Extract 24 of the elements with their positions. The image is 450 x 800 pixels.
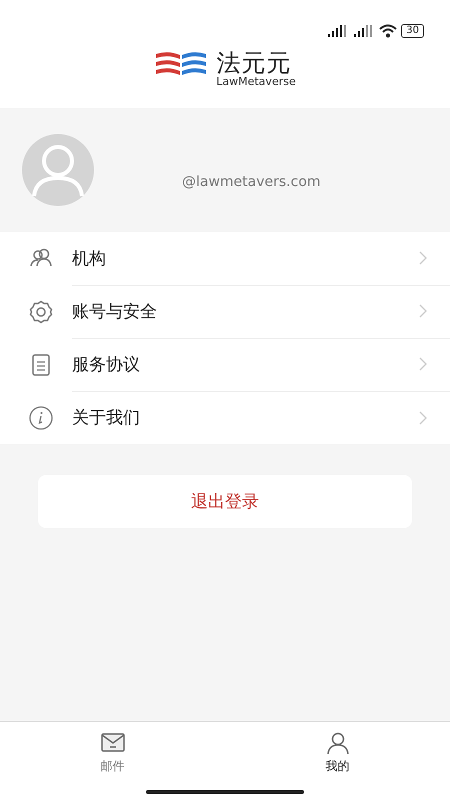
menu-label: 服务协议 xyxy=(72,354,140,376)
logo-subtitle: LawMetaverse xyxy=(216,76,296,88)
menu-label: 机构 xyxy=(72,248,106,270)
chevron-icon xyxy=(418,250,428,266)
person-icon xyxy=(324,730,350,756)
menu-label: 关于我们 xyxy=(72,407,140,429)
tab[interactable]: 我的 xyxy=(225,722,450,800)
logout-button[interactable]: 退出登录 xyxy=(38,475,412,528)
menu-item[interactable]: 服务协议 xyxy=(0,338,450,391)
chevron-icon xyxy=(418,410,428,426)
chevron-icon xyxy=(418,303,428,319)
info-icon xyxy=(29,406,53,430)
chevron-icon xyxy=(418,356,428,372)
email-text: @lawmetavers.com xyxy=(181,174,321,190)
avatar xyxy=(22,134,94,206)
gear-icon xyxy=(29,300,53,324)
menu-item[interactable]: 机构 xyxy=(0,232,450,285)
logo-title: 法元元 xyxy=(216,50,292,76)
tab[interactable]: 邮件 xyxy=(0,722,225,800)
battery-indicator: 30 xyxy=(401,24,424,38)
menu-label: 账号与安全 xyxy=(72,300,157,322)
wifi-icon xyxy=(379,24,398,38)
menu-item[interactable]: 关于我们 xyxy=(0,391,450,444)
menu-item[interactable]: 账号与安全 xyxy=(0,285,450,338)
